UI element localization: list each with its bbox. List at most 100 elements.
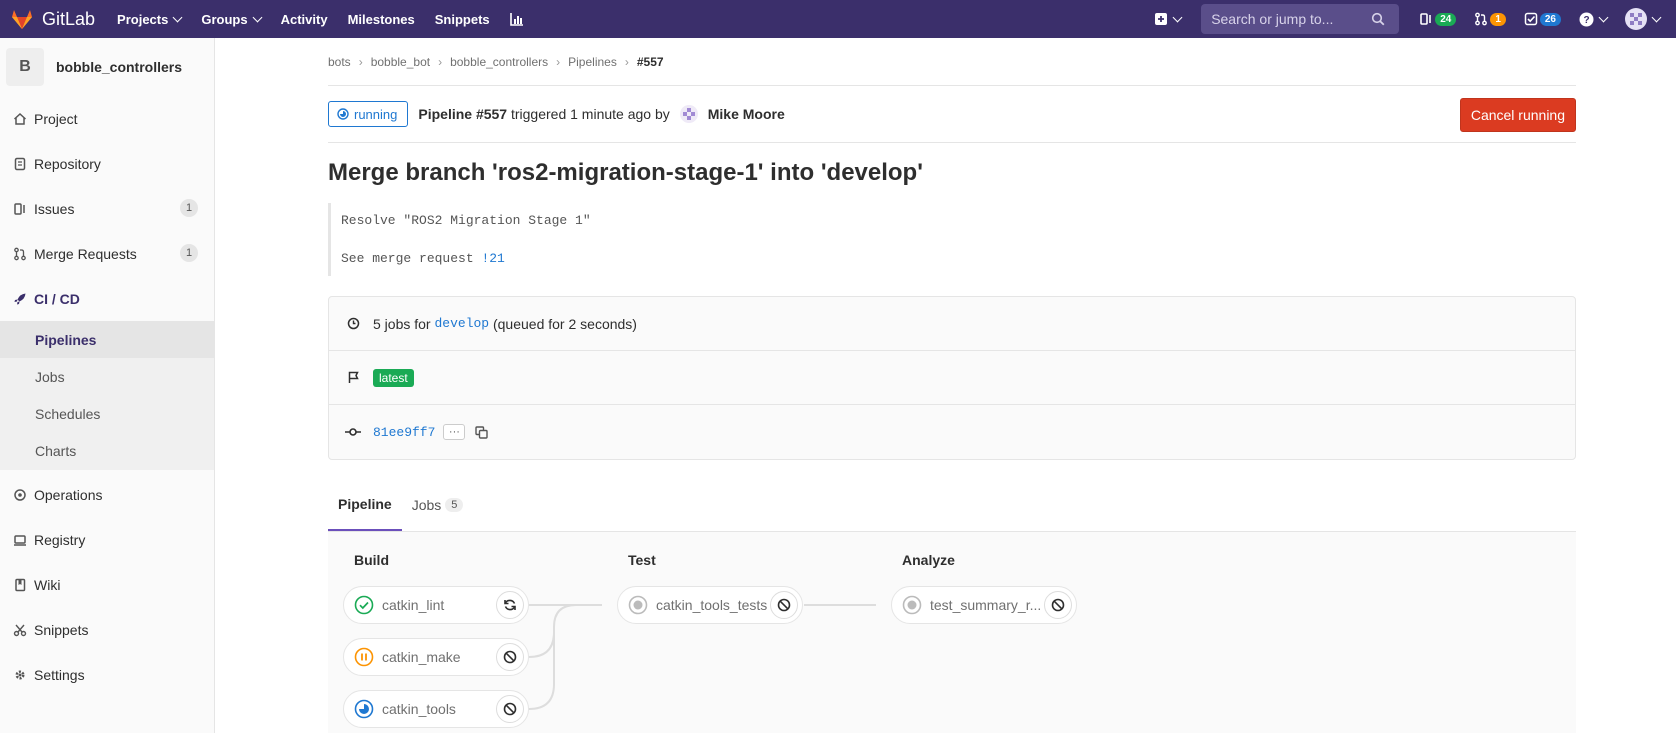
- user-avatar[interactable]: [679, 105, 698, 123]
- chevron-right-icon: ›: [624, 54, 629, 69]
- cancel-icon: [777, 598, 791, 612]
- cancel-icon: [503, 702, 517, 716]
- pipeline-header: running Pipeline #557 triggered 1 minute…: [328, 86, 1576, 143]
- chevron-down-icon: [1651, 12, 1662, 22]
- job-catkin-lint[interactable]: catkin_lint: [343, 586, 529, 624]
- new-item-button[interactable]: [1154, 12, 1183, 26]
- nav-snippets[interactable]: Snippets: [435, 12, 490, 27]
- issues-icon: [14, 202, 25, 215]
- cancel-job-button[interactable]: [1044, 591, 1072, 619]
- issues-shortcut[interactable]: 24: [1419, 12, 1457, 26]
- cancel-job-button[interactable]: [770, 591, 798, 619]
- breadcrumb-bots[interactable]: bots: [328, 55, 351, 69]
- cancel-job-button[interactable]: [496, 695, 524, 723]
- commit-title: Merge branch 'ros2-migration-stage-1' in…: [328, 159, 923, 186]
- merge-requests-shortcut[interactable]: 1: [1474, 12, 1506, 26]
- status-created-icon: [628, 595, 648, 615]
- status-running-icon: [337, 108, 349, 120]
- chevron-right-icon: ›: [556, 54, 561, 69]
- home-icon: [13, 112, 27, 125]
- cancel-job-button[interactable]: [496, 643, 524, 671]
- sidebar-item-merge-requests[interactable]: Merge Requests 1: [0, 231, 214, 276]
- nav-groups[interactable]: Groups: [201, 12, 263, 27]
- nav-chart-button[interactable]: [509, 12, 524, 26]
- chevron-down-icon: [1172, 12, 1183, 22]
- copy-sha-button[interactable]: [475, 425, 489, 439]
- tab-jobs[interactable]: Jobs 5: [402, 479, 474, 531]
- job-test-summary[interactable]: test_summary_r...: [891, 586, 1077, 624]
- sidebar-item-registry[interactable]: Registry: [0, 517, 214, 562]
- nav-snippets-label: Snippets: [434, 11, 490, 27]
- commit-desc-line2: See merge request !21: [341, 249, 1566, 268]
- breadcrumb-pipeline-557[interactable]: #557: [637, 55, 664, 69]
- job-name: catkin_make: [382, 649, 461, 665]
- queued-text: (queued for 2 seconds): [492, 315, 637, 332]
- latest-badge: latest: [373, 368, 414, 387]
- identicon: [1630, 13, 1642, 25]
- jobs-tab-count: 5: [445, 498, 464, 512]
- gitlab-logo[interactable]: GitLab: [10, 7, 95, 31]
- sidebar-item-settings[interactable]: Settings: [0, 652, 214, 697]
- tab-pipeline[interactable]: Pipeline: [328, 479, 402, 531]
- pipeline-info-box: 5 jobs for develop (queued for 2 seconds…: [328, 296, 1576, 460]
- sidebar-item-cicd[interactable]: CI / CD: [0, 276, 214, 321]
- badges-row: latest: [329, 351, 1575, 405]
- tab-pipeline-label: Pipeline: [338, 496, 392, 512]
- chevron-right-icon: ›: [358, 54, 363, 69]
- nav-milestones[interactable]: Milestones: [348, 12, 415, 27]
- sidebar-item-wiki[interactable]: Wiki: [0, 562, 214, 607]
- expand-commit-button[interactable]: ···: [443, 424, 466, 440]
- sidebar-subitem-charts[interactable]: Charts: [0, 432, 214, 470]
- sidebar-item-label: Operations: [34, 486, 103, 503]
- nav-activity[interactable]: Activity: [281, 12, 328, 27]
- pipeline-status-badge[interactable]: running: [328, 101, 409, 127]
- status-running-icon: [354, 699, 374, 719]
- nav-projects[interactable]: Projects: [117, 11, 183, 27]
- jobs-count-text: 5 jobs for: [373, 315, 431, 332]
- cancel-running-button[interactable]: Cancel running: [1459, 98, 1576, 132]
- tab-jobs-label: Jobs: [411, 497, 442, 513]
- tanuki-logo-icon: [12, 10, 32, 29]
- pipeline-status-text: running: [354, 106, 398, 122]
- status-created-icon: [902, 595, 922, 615]
- breadcrumb-bobble-controllers[interactable]: bobble_controllers: [450, 55, 548, 69]
- retry-job-button[interactable]: [496, 591, 524, 619]
- breadcrumb-bobble-bot[interactable]: bobble_bot: [371, 55, 430, 69]
- clock-icon: [347, 317, 359, 330]
- help-question-icon: ?: [1579, 12, 1594, 26]
- chart-icon: [509, 13, 523, 26]
- sidebar-subitem-schedules[interactable]: Schedules: [0, 395, 214, 432]
- search-input[interactable]: [1211, 11, 1372, 27]
- sidebar-item-operations[interactable]: Operations: [0, 472, 214, 517]
- cancel-icon: [1051, 598, 1065, 612]
- sidebar-item-issues[interactable]: Issues 1: [0, 186, 214, 231]
- sidebar-item-snippets[interactable]: Snippets: [0, 607, 214, 652]
- mr-count-badge: 1: [1490, 12, 1506, 26]
- sidebar-item-label: Registry: [34, 531, 86, 548]
- sidebar: B bobble_controllers Project Repository …: [0, 38, 215, 733]
- job-catkin-tools-tests[interactable]: catkin_tools_tests: [617, 586, 803, 624]
- sidebar-item-repository[interactable]: Repository: [0, 141, 214, 186]
- job-catkin-make[interactable]: catkin_make: [343, 638, 529, 676]
- commit-sha-link[interactable]: 81ee9ff7: [373, 425, 435, 440]
- sidebar-subitem-pipelines[interactable]: Pipelines: [0, 321, 214, 358]
- breadcrumb-pipelines[interactable]: Pipelines: [568, 55, 617, 69]
- help-button[interactable]: ?: [1579, 12, 1609, 27]
- nav-projects-label: Projects: [117, 11, 169, 27]
- issues-count: 1: [180, 199, 198, 217]
- search-box[interactable]: [1201, 4, 1400, 34]
- sidebar-item-project[interactable]: Project: [0, 96, 214, 141]
- user-menu-button[interactable]: [1625, 8, 1662, 30]
- pipeline-user-link[interactable]: Mike Moore: [708, 106, 785, 122]
- flag-icon: [348, 371, 359, 383]
- merge-request-link[interactable]: !21: [481, 251, 504, 266]
- pipeline-tabs: Pipeline Jobs 5: [328, 480, 1576, 532]
- todos-shortcut[interactable]: 26: [1524, 12, 1561, 26]
- job-catkin-tools[interactable]: catkin_tools: [343, 690, 529, 728]
- sidebar-subitem-jobs[interactable]: Jobs: [0, 358, 214, 395]
- job-name: test_summary_r...: [930, 597, 1042, 613]
- sidebar-project-header[interactable]: B bobble_controllers: [0, 38, 214, 96]
- nav-activity-label: Activity: [280, 11, 328, 27]
- branch-link[interactable]: develop: [434, 316, 489, 331]
- user-avatar-icon: [1625, 8, 1647, 30]
